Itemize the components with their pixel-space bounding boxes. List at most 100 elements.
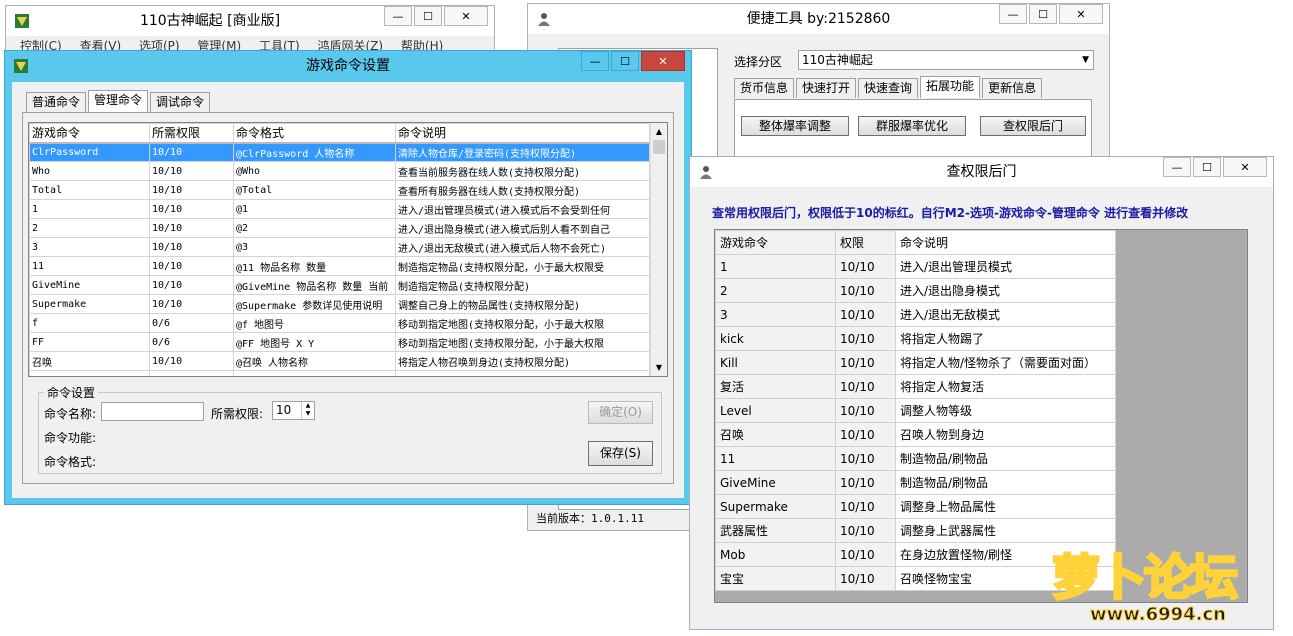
table-row[interactable]: Supermake 10/10 @Supermake 参数详见使用说明 调整自己身上的… [29, 294, 650, 314]
column-header[interactable]: 所需权限 [149, 123, 234, 144]
close-button[interactable]: ✕ [1223, 157, 1267, 177]
group-drop-optimize-button[interactable]: 群服爆率优化 [858, 116, 966, 136]
cmd-dialog-titlebar[interactable]: 游戏命令设置 — ☐ ✕ [5, 51, 691, 81]
column-header[interactable]: 命令格式 [233, 123, 396, 144]
watermark: 萝卜论坛 www.6994.cn [1046, 538, 1278, 632]
table-row[interactable]: 2 10/10 进入/退出隐身模式 [715, 278, 1116, 303]
table-row[interactable]: 召唤 10/10 召唤人物到身边 [715, 422, 1116, 447]
table-row[interactable]: 2 10/10 @2 进入/退出隐身模式(进入模式后别人看不到自己 [29, 218, 650, 238]
tab-extensions[interactable]: 拓展功能 [920, 76, 981, 98]
minimize-button[interactable]: — [1163, 157, 1191, 177]
column-header[interactable]: 命令说明 [395, 123, 650, 144]
table-cell: 10/10 [835, 446, 896, 471]
table-cell: 0/6 [149, 332, 234, 352]
cmd-dialog: 游戏命令设置 — ☐ ✕ 普通命令 管理命令 调试命令 游戏命令 所需权限 命令… [4, 50, 692, 505]
scroll-down-arrow-icon[interactable]: ▼ [651, 359, 667, 376]
perm-window-titlebar[interactable]: 查权限后门 — ☐ ✕ [690, 157, 1273, 187]
table-row[interactable]: 11 10/10 制造物品/刷物品 [715, 446, 1116, 471]
required-level-stepper[interactable]: 10 ▲ ▼ [272, 401, 315, 420]
tab-currency[interactable]: 货币信息 [734, 78, 795, 98]
command-table-scrollbar[interactable]: ▲ ▼ [650, 123, 667, 376]
spin-arrows-icon[interactable]: ▲ ▼ [301, 402, 314, 419]
table-cell: @召唤 人物名称 [233, 351, 396, 371]
maximize-button[interactable]: ☐ [1193, 157, 1221, 177]
table-row[interactable]: 召唤 10/10 @召唤 人物名称 将指定人物召唤到身边(支持权限分配) [29, 351, 650, 371]
table-cell: 召唤 [29, 351, 150, 371]
tab-admin-commands[interactable]: 管理命令 [88, 90, 149, 112]
drop-rate-adjust-button[interactable]: 整体爆率调整 [741, 116, 849, 136]
table-cell: 10/10 [835, 326, 896, 351]
close-button[interactable]: ✕ [444, 6, 488, 26]
scrollbar-thumb[interactable] [653, 140, 665, 154]
table-row[interactable]: Kill 10/10 将指定人物/怪物杀了（需要面对面） [715, 350, 1116, 375]
table-cell: 调整自己身上的物品属性(支持权限分配) [395, 294, 650, 314]
scroll-up-arrow-icon[interactable]: ▲ [651, 123, 667, 140]
app-avatar-icon [538, 13, 550, 26]
table-row[interactable]: 11 10/10 @11 物品名称 数量 制造指定物品(支持权限分配，小于最大权限受 [29, 256, 650, 276]
cmd-dialog-body: 普通命令 管理命令 调试命令 游戏命令 所需权限 命令格式 命令说明 ClrPa… [12, 82, 684, 498]
table-cell: 10/10 [835, 350, 896, 375]
table-row[interactable]: Total 10/10 @Total 查看所有服务器在线人数(支持权限分配) [29, 180, 650, 200]
table-row[interactable]: FF 0/6 @FF 地图号 X Y 移动到指定地图(支持权限分配，小于最大权限 [29, 332, 650, 352]
tab-updates[interactable]: 更新信息 [982, 78, 1043, 98]
table-row[interactable]: ClrPassword 10/10 @ClrPassword 人物名称 清除人物仓库/… [29, 142, 650, 162]
table-cell: Kill [715, 350, 836, 375]
tab-debug-commands[interactable]: 调试命令 [150, 92, 211, 112]
main-window-titlebar[interactable]: 110古神崛起 [商业版] — ☐ ✕ [6, 6, 494, 36]
table-row[interactable]: Who 10/10 @Who 查看当前服务器在线人数(支持权限分配) [29, 161, 650, 181]
table-cell: 11 [715, 446, 836, 471]
perm-window-title: 查权限后门 [946, 164, 1017, 180]
minimize-button[interactable]: — [581, 51, 609, 71]
tool-window-titlebar[interactable]: 便捷工具 by:2152860 — ☐ ✕ [528, 4, 1109, 34]
command-name-label: 命令名称: [44, 407, 97, 421]
close-button[interactable]: ✕ [641, 51, 685, 71]
zone-select[interactable]: 110古神崛起 ▼ [798, 50, 1094, 70]
table-cell: Mob [715, 542, 836, 567]
table-cell: 10/10 [835, 542, 896, 567]
app-logo-icon [14, 59, 28, 73]
table-row[interactable]: f 0/6 @f 地图号 移动到指定地图(支持权限分配，小于最大权限 [29, 313, 650, 333]
column-header[interactable]: 游戏命令 [29, 123, 150, 144]
maximize-button[interactable]: ☐ [611, 51, 639, 71]
tab-quick-open[interactable]: 快速打开 [796, 78, 857, 98]
table-row[interactable]: 跟踪10/10@跟踪 人物名称跟踪指定人物(支持权限分配) [29, 370, 650, 376]
check-backdoor-button[interactable]: 查权限后门 [980, 116, 1086, 136]
tab-quick-query[interactable]: 快速查询 [858, 78, 919, 98]
maximize-button[interactable]: ☐ [414, 6, 442, 26]
close-button[interactable]: ✕ [1059, 4, 1103, 24]
table-row[interactable]: 3 10/10 @3 进入/退出无敌模式(进入模式后人物不会死亡) [29, 237, 650, 257]
table-cell: @11 物品名称 数量 [233, 256, 396, 276]
minimize-button[interactable]: — [384, 6, 412, 26]
command-table-container: 游戏命令 所需权限 命令格式 命令说明 ClrPassword 10/10 @Clr… [28, 122, 668, 377]
table-cell: 武器属性 [715, 518, 836, 543]
table-cell: 1 [29, 199, 150, 219]
table-row[interactable]: 1 10/10 进入/退出管理员模式 [715, 254, 1116, 279]
table-row[interactable]: kick 10/10 将指定人物踢了 [715, 326, 1116, 351]
table-row[interactable]: 3 10/10 进入/退出无敌模式 [715, 302, 1116, 327]
table-row[interactable]: 1 10/10 @1 进入/退出管理员模式(进入模式后不会受到任何 [29, 199, 650, 219]
table-row[interactable]: GiveMine 10/10 @GiveMine 物品名称 数量 当前 制造指定物品(… [29, 275, 650, 295]
table-cell: 10/10 [835, 566, 896, 591]
minimize-button[interactable]: — [999, 4, 1027, 24]
table-cell: @FF 地图号 X Y [233, 332, 396, 352]
table-cell: ClrPassword [29, 142, 150, 162]
column-header[interactable]: 游戏命令 [715, 230, 836, 255]
column-header[interactable]: 权限 [835, 230, 896, 255]
table-cell: 调整身上物品属性 [895, 494, 1116, 519]
ok-button[interactable]: 确定(O) [588, 401, 653, 424]
command-settings-legend: 命令设置 [44, 384, 99, 401]
table-row[interactable]: GiveMine 10/10 制造物品/刷物品 [715, 470, 1116, 495]
command-name-input[interactable] [101, 402, 204, 421]
table-cell: 10/10 [149, 142, 234, 162]
save-button[interactable]: 保存(S) [588, 441, 653, 466]
table-row[interactable]: 复活 10/10 将指定人物复活 [715, 374, 1116, 399]
maximize-button[interactable]: ☐ [1029, 4, 1057, 24]
column-header[interactable]: 命令说明 [895, 230, 1116, 255]
table-row[interactable]: Supermake 10/10 调整身上物品属性 [715, 494, 1116, 519]
tab-normal-commands[interactable]: 普通命令 [26, 92, 87, 112]
perm-notice: 查常用权限后门，权限低于10的标红。自行M2-选项-游戏命令-管理命令 进行查看… [712, 206, 1189, 220]
table-cell: 10/10 [149, 256, 234, 276]
table-row[interactable]: Level 10/10 调整人物等级 [715, 398, 1116, 423]
perm-table: 游戏命令 权限 命令说明 1 10/10 进入/退出管理员模式 2 10/10 进入/退出… [715, 230, 1116, 591]
tool-window-title: 便捷工具 by:2152860 [746, 11, 891, 27]
